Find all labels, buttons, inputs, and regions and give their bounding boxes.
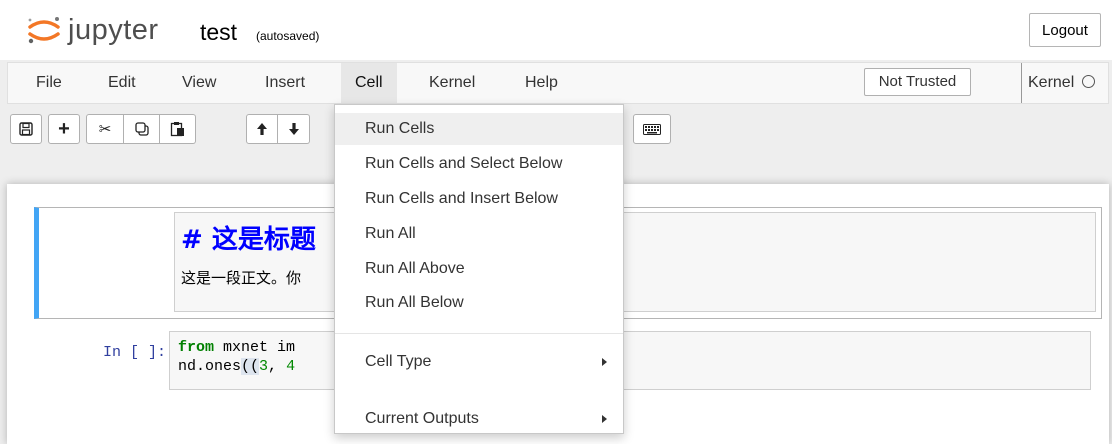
run-all-below-item[interactable]: Run All Below: [335, 287, 623, 319]
menu-view[interactable]: View: [168, 63, 230, 103]
menu-cell[interactable]: Cell: [341, 63, 397, 103]
run-cells-item[interactable]: Run Cells: [335, 113, 623, 145]
trust-button[interactable]: Not Trusted: [864, 68, 971, 96]
run-all-above-item[interactable]: Run All Above: [335, 253, 623, 285]
submenu-arrow-icon: [602, 358, 607, 366]
cut-icon: ✂: [98, 121, 112, 138]
current-outputs-label: Current Outputs: [365, 410, 479, 427]
run-cells-insert-below-item[interactable]: Run Cells and Insert Below: [335, 183, 623, 215]
copy-button[interactable]: [124, 114, 160, 144]
code-number: 4: [286, 358, 296, 375]
menu-divider: [335, 333, 623, 334]
jupyter-logo[interactable]: jupyter: [26, 10, 159, 50]
arrow-down-icon: [288, 123, 299, 135]
menu-help[interactable]: Help: [511, 63, 572, 103]
submenu-arrow-icon: [602, 415, 607, 423]
menu-kernel[interactable]: Kernel: [415, 63, 489, 103]
markdown-heading-text: # 这是标题: [181, 225, 316, 255]
code-line-2: nd.ones((3, 4: [178, 357, 1082, 376]
code-editor[interactable]: from mxnet im nd.ones((3, 4: [169, 331, 1091, 390]
header: jupyter test (autosaved) Logout: [0, 0, 1112, 60]
arrow-up-icon: [257, 123, 267, 135]
save-icon: [19, 122, 33, 136]
code-number: 3: [259, 358, 269, 375]
paste-icon: [170, 122, 184, 137]
move-down-button[interactable]: [278, 114, 310, 144]
keyboard-icon: [643, 123, 661, 135]
markdown-body-text: 这是一段正文。你: [181, 269, 302, 287]
kernel-idle-icon: [1082, 75, 1096, 88]
menu-insert[interactable]: Insert: [251, 63, 319, 103]
move-up-button[interactable]: [246, 114, 278, 144]
notebook-name[interactable]: test: [200, 19, 237, 46]
logout-button[interactable]: Logout: [1029, 13, 1101, 47]
menubar: File Edit View Insert Cell Kernel Help N…: [7, 62, 1109, 104]
autosave-status: (autosaved): [256, 29, 320, 43]
current-outputs-item[interactable]: Current Outputs: [335, 403, 623, 435]
command-palette-button[interactable]: [633, 114, 671, 144]
paste-button[interactable]: [160, 114, 196, 144]
code-paren-highlight: ((: [241, 358, 260, 375]
cell-menu-dropdown: Run Cells Run Cells and Select Below Run…: [334, 104, 624, 434]
jupyter-logo-icon: [28, 17, 60, 44]
plus-icon: +: [58, 117, 70, 140]
code-text: mxnet im: [214, 339, 296, 356]
code-line-1: from mxnet im: [178, 338, 1082, 357]
kernel-label: Kernel: [1028, 74, 1075, 91]
code-text: nd.ones: [178, 358, 242, 375]
markdown-editor[interactable]: # 这是标题 这是一段正文。你: [174, 212, 1096, 312]
menu-file[interactable]: File: [22, 63, 76, 103]
menu-edit[interactable]: Edit: [94, 63, 150, 103]
code-text: ,: [268, 358, 287, 375]
copy-icon: [134, 122, 149, 136]
cell-type-item[interactable]: Cell Type: [335, 346, 623, 378]
insert-cell-below-button[interactable]: +: [48, 114, 80, 144]
jupyter-logo-text: jupyter: [68, 13, 159, 46]
code-keyword: from: [178, 339, 215, 356]
kernel-indicator: Kernel: [1021, 63, 1096, 103]
run-all-item[interactable]: Run All: [335, 218, 623, 250]
cell-type-label: Cell Type: [365, 353, 432, 370]
save-button[interactable]: [10, 114, 42, 144]
cut-button[interactable]: ✂: [86, 114, 124, 144]
input-prompt: In [ ]:: [102, 344, 166, 361]
run-cells-select-below-item[interactable]: Run Cells and Select Below: [335, 148, 623, 180]
